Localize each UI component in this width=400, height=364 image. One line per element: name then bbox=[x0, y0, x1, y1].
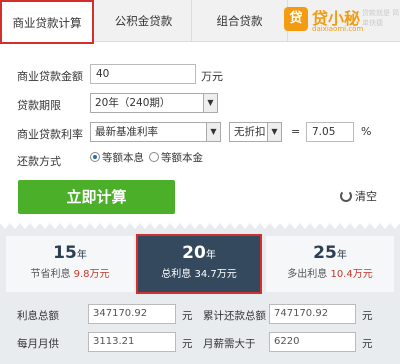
method-option-label: 等额本息 bbox=[102, 152, 144, 164]
rate-type-select[interactable]: 最新基准利率 ▼ bbox=[90, 122, 221, 142]
term-select[interactable]: 20年（240期） ▼ bbox=[90, 93, 218, 113]
compare-caption: 总利息 34.7万元 bbox=[161, 269, 237, 280]
total-interest-label: 利息总额 bbox=[17, 310, 59, 322]
method-option-label: 等额本金 bbox=[161, 152, 203, 164]
discount-select[interactable]: 无折扣 ▼ bbox=[229, 122, 282, 142]
term-label: 贷款期限 bbox=[17, 99, 61, 112]
radio-unselected-icon bbox=[149, 152, 159, 162]
compare-years: 15年 bbox=[53, 243, 87, 263]
monthly-payment-label: 每月月供 bbox=[17, 338, 59, 350]
income-need-value: 6220 bbox=[269, 332, 356, 352]
tab-combined-loan[interactable]: 组合贷款 bbox=[192, 0, 288, 42]
compare-years: 20年 bbox=[182, 243, 216, 263]
tab-provident-fund-loan[interactable]: 公积金贷款 bbox=[96, 0, 192, 42]
method-label: 还款方式 bbox=[17, 155, 61, 168]
loan-form: 商业贷款金额 40 万元 贷款期限 20年（240期） ▼ 商业贷款利率 最新基… bbox=[0, 43, 400, 223]
compare-caption: 节省利息 9.8万元 bbox=[30, 269, 110, 280]
equals-sign: = bbox=[291, 125, 301, 138]
logo-mark-icon: 贷 bbox=[284, 7, 308, 31]
compare-card-25y[interactable]: 25年 多出利息 10.4万元 bbox=[266, 236, 394, 292]
method-option-equal-principal[interactable]: 等额本金 bbox=[149, 150, 203, 165]
discount-value: 无折扣 bbox=[234, 126, 266, 138]
chevron-down-icon: ▼ bbox=[203, 94, 217, 112]
term-select-value: 20年（240期） bbox=[95, 97, 171, 109]
monthly-payment-unit: 元 bbox=[182, 338, 193, 350]
income-need-unit: 元 bbox=[362, 338, 373, 350]
calculate-button[interactable]: 立即计算 bbox=[18, 180, 175, 214]
total-interest-value: 347170.92 bbox=[88, 304, 176, 324]
compare-years: 25年 bbox=[313, 243, 347, 263]
total-repay-unit: 元 bbox=[362, 310, 373, 322]
loan-type-tabs: 商业贷款计算 公积金贷款 组合贷款 贷 贷小秘 daixiaomi.com 贷款… bbox=[0, 0, 400, 44]
rate-unit: % bbox=[361, 125, 372, 138]
compare-caption: 多出利息 10.4万元 bbox=[287, 269, 373, 280]
rate-label: 商业贷款利率 bbox=[17, 128, 83, 141]
rate-input[interactable]: 7.05 bbox=[306, 122, 354, 142]
monthly-payment-value: 3113.21 bbox=[88, 332, 176, 352]
clear-label: 清空 bbox=[355, 190, 377, 203]
method-option-equal-installment[interactable]: 等额本息 bbox=[90, 150, 144, 165]
total-repay-label: 累计还款总额 bbox=[203, 310, 266, 322]
refresh-icon bbox=[340, 190, 352, 202]
amount-input[interactable]: 40 bbox=[90, 64, 196, 84]
term-comparison: 15年 节省利息 9.8万元 20年 总利息 34.7万元 25年 多出利息 1… bbox=[6, 234, 394, 296]
radio-selected-icon bbox=[90, 152, 100, 162]
zigzag-divider bbox=[0, 223, 400, 231]
logo-url: daixiaomi.com bbox=[312, 25, 364, 33]
compare-card-20y[interactable]: 20年 总利息 34.7万元 bbox=[136, 234, 262, 294]
logo-watermark: 贷款就是 简单快捷 bbox=[362, 9, 400, 27]
amount-unit: 万元 bbox=[201, 70, 223, 83]
brand-logo: 贷 贷小秘 daixiaomi.com 贷款就是 简单快捷 bbox=[284, 4, 400, 38]
tab-commercial-loan[interactable]: 商业贷款计算 bbox=[0, 0, 94, 44]
compare-card-15y[interactable]: 15年 节省利息 9.8万元 bbox=[6, 236, 134, 292]
chevron-down-icon: ▼ bbox=[267, 123, 281, 141]
rate-type-value: 最新基准利率 bbox=[95, 126, 158, 138]
total-repay-value: 747170.92 bbox=[269, 304, 356, 324]
amount-label: 商业贷款金额 bbox=[17, 70, 83, 83]
clear-button[interactable]: 清空 bbox=[340, 188, 377, 204]
income-need-label: 月薪需大于 bbox=[203, 338, 256, 350]
total-interest-unit: 元 bbox=[182, 310, 193, 322]
chevron-down-icon: ▼ bbox=[206, 123, 220, 141]
